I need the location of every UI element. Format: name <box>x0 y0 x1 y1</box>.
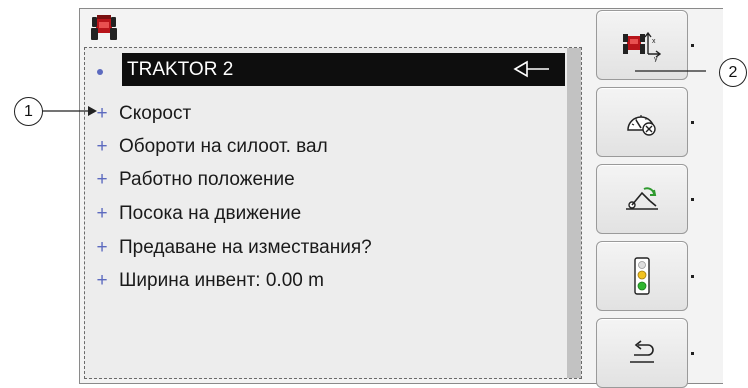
callout-2: 2 <box>719 58 747 87</box>
callout-1: 1 <box>14 97 43 126</box>
callout-lines <box>42 70 706 116</box>
